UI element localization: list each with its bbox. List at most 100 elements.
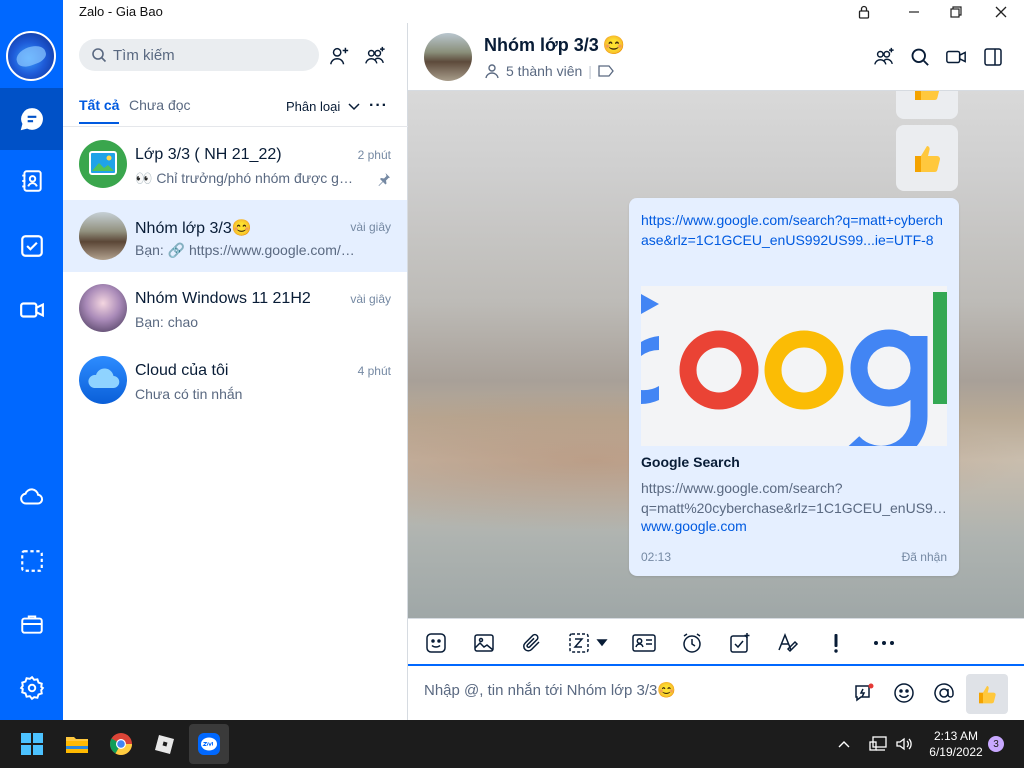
more-tools-button[interactable] [870,629,898,657]
thumbs-up-icon [915,146,940,172]
show-hidden-icons-button[interactable] [832,724,856,764]
pin-icon [378,173,390,186]
mention-button[interactable] [930,679,958,707]
conversation-time: vài giây [350,220,391,234]
nav-messages[interactable] [0,88,63,150]
user-avatar[interactable] [6,31,56,81]
notification-badge[interactable]: 3 [988,736,1004,752]
message-input[interactable] [424,682,844,699]
nav-toolbox[interactable] [0,593,63,655]
conversation-name: Nhóm lớp 3/3😊 [135,218,252,238]
thumbs-up-icon [915,91,940,100]
restore-button[interactable] [936,0,976,23]
video-call-icon [946,50,966,64]
quick-message-icon [855,683,874,702]
folder-icon [66,737,88,753]
start-button[interactable] [12,724,52,764]
link-preview-image[interactable] [641,286,947,446]
toggle-info-panel-button[interactable] [979,43,1007,71]
add-group-icon [874,47,894,65]
conversation-item[interactable]: Lớp 3/3 ( NH 21_22) 2 phút 👀 Chỉ trưởng/… [63,128,407,200]
emoji-button[interactable] [890,679,918,707]
sticker-button[interactable] [422,629,450,657]
minimize-button[interactable] [894,0,934,23]
nav-video[interactable] [0,279,63,341]
tab-unread[interactable]: Chưa đọc [129,97,191,113]
nav-contacts[interactable] [0,150,63,212]
message-list[interactable]: https://www.google.com/search?q=matt+cyb… [408,91,1024,618]
video-call-button[interactable] [942,43,970,71]
close-icon [995,6,1007,17]
conversation-time: vài giây [350,292,391,306]
taskbar-file-explorer[interactable] [57,724,97,764]
link-preview-domain[interactable]: www.google.com [641,518,747,534]
tab-all[interactable]: Tất cả [79,97,120,124]
network-button[interactable] [866,724,890,764]
add-friend-button[interactable] [326,43,352,69]
chat-icon [20,108,43,131]
message-link[interactable]: https://www.google.com/search?q=matt+cyb… [641,210,947,250]
clock-time: 2:13 AM [933,729,979,743]
more-horizontal-icon [874,641,894,645]
nav-settings[interactable] [0,657,63,719]
lock-button[interactable] [844,0,884,23]
filter-dropdown[interactable]: Phân loại [286,99,360,114]
search-input[interactable] [113,46,303,64]
add-group-icon [365,46,385,64]
windows-logo-icon [21,733,43,755]
taskbar-roblox[interactable] [145,724,185,764]
sticker-message[interactable] [896,125,958,191]
send-like-button[interactable] [966,674,1008,714]
group-name[interactable]: Nhóm lớp 3/3 😊 [484,35,625,56]
text-format-icon [778,632,799,653]
volume-button[interactable] [892,724,916,764]
group-avatar[interactable] [424,33,472,81]
quick-message-button[interactable] [850,679,878,707]
window-title: Zalo - Gia Bao [79,4,163,19]
reminder-button[interactable] [678,629,706,657]
nav-cloud[interactable] [0,466,63,528]
contact-card-button[interactable] [630,629,658,657]
divider [63,126,408,127]
conversation-preview: Bạn: 🔗 https://www.google.com/search [135,242,355,258]
nav-todo[interactable] [0,215,63,277]
create-group-button[interactable] [362,43,388,69]
more-options-button[interactable]: ··· [369,97,388,115]
search-box[interactable] [79,39,319,71]
member-info[interactable]: 5 thành viên | [484,63,614,79]
contacts-icon [21,170,42,192]
attach-file-button[interactable] [518,629,546,657]
task-button[interactable] [726,629,754,657]
sticker-message[interactable] [896,91,958,119]
exclamation-icon [834,634,838,653]
conversation-name: Cloud của tôi [135,362,229,379]
close-button[interactable] [981,0,1021,23]
image-button[interactable] [470,629,498,657]
taskbar-zalo[interactable] [189,724,229,764]
conversation-item[interactable]: Nhóm Windows 11 21H2 vài giây Bạn: chao [63,272,407,344]
system-clock[interactable]: 2:13 AM 6/19/2022 [924,728,988,760]
taskbar-chrome[interactable] [101,724,141,764]
speaker-icon [896,737,912,751]
add-member-button[interactable] [870,43,898,71]
image-icon [474,634,494,652]
conversation-item-selected[interactable]: Nhóm lớp 3/3😊 vài giây Bạn: 🔗 https://ww… [63,200,407,272]
urgent-button[interactable] [822,629,850,657]
conversation-preview: 👀 Chỉ trưởng/phó nhóm được gửi tin [135,170,355,186]
lock-icon [858,5,870,19]
link-message[interactable]: https://www.google.com/search?q=matt+cyb… [629,198,959,576]
conversation-item[interactable]: Cloud của tôi 4 phút Chưa có tin nhắn [63,344,407,416]
nav-screenshot[interactable] [0,530,63,592]
filter-label: Phân loại [286,99,341,114]
search-icon [92,48,107,63]
search-messages-button[interactable] [906,43,934,71]
person-icon [485,64,499,79]
network-icon [869,736,887,751]
text-format-button[interactable] [774,629,802,657]
checkbox-icon [20,235,43,257]
briefcase-icon [20,615,43,634]
conversation-preview: Bạn: chao [135,314,199,330]
chevron-down-icon [348,102,360,110]
screenshot-button[interactable] [566,629,612,657]
conversation-time: 2 phút [357,148,391,162]
